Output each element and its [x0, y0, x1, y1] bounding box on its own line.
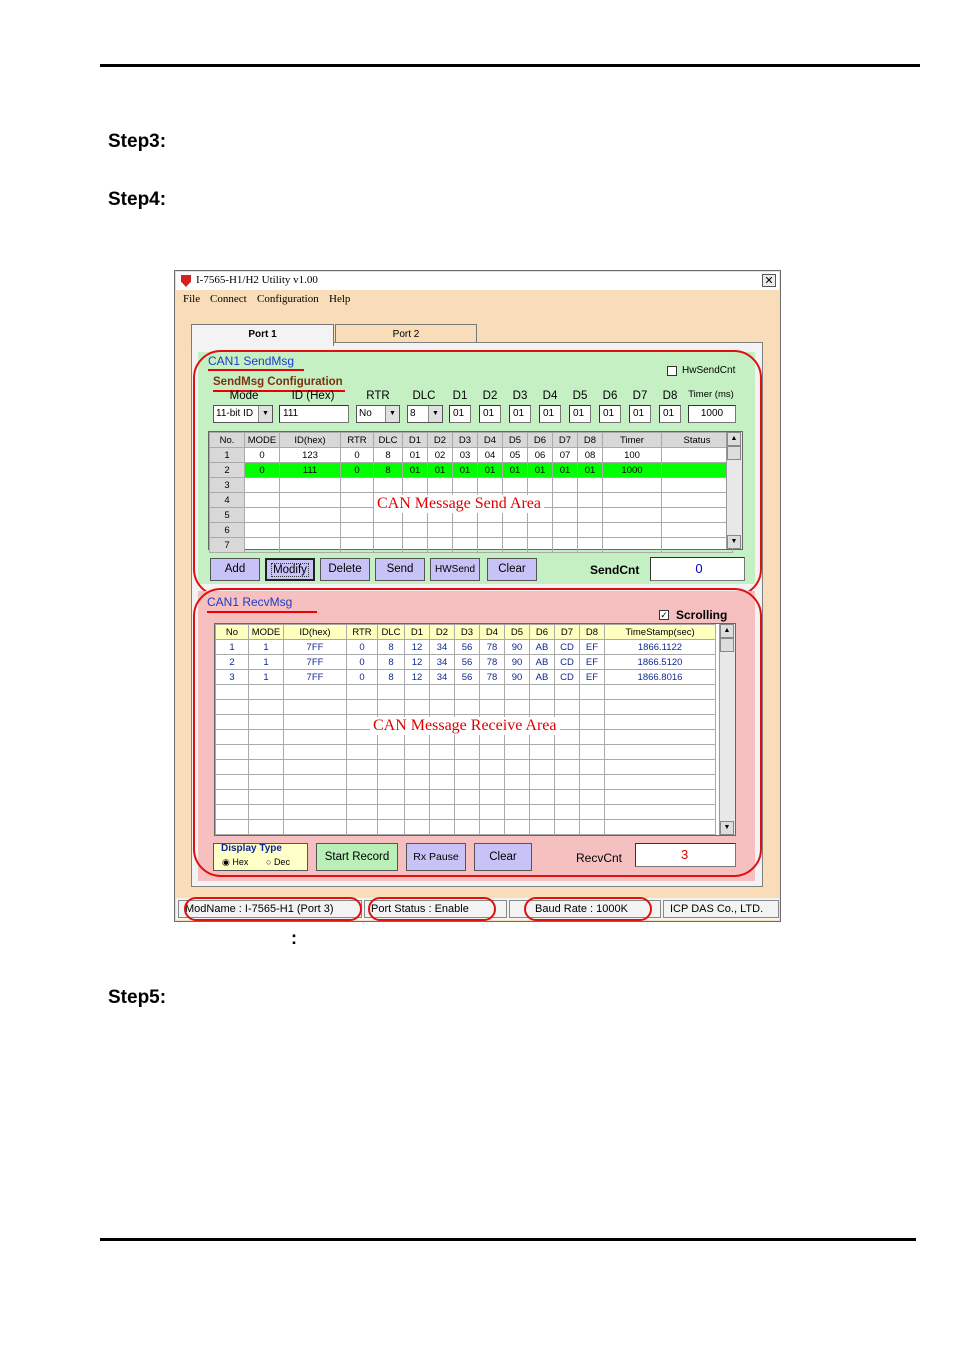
modname-highlight	[184, 897, 362, 921]
step3-label: Step3:	[108, 131, 167, 152]
recv-area-highlight	[193, 588, 762, 877]
figure-colon: :	[291, 928, 297, 948]
utility-window: I-7565-H1/H2 Utility v1.00 ✕ File Connec…	[174, 270, 781, 922]
title-bar: I-7565-H1/H2 Utility v1.00 ✕	[176, 272, 779, 290]
portstatus-highlight	[368, 897, 496, 921]
send-area: CAN1 SendMsg HwSendCnt SendMsg Configura…	[193, 350, 762, 597]
baud-highlight	[524, 897, 652, 921]
status-company: ICP DAS Co., LTD.	[663, 900, 779, 918]
port1-pane: CAN1 SendMsg HwSendCnt SendMsg Configura…	[191, 342, 763, 887]
app-shield-icon	[181, 275, 191, 287]
tab-port1[interactable]: Port 1	[191, 324, 334, 346]
menu-help[interactable]: Help	[329, 293, 350, 305]
recv-area: CAN1 RecvMsg ✓ Scrolling No MODE ID(hex) RT…	[193, 588, 762, 881]
window-title: I-7565-H1/H2 Utility v1.00	[196, 274, 318, 286]
bottom-rule	[100, 1238, 916, 1241]
send-area-highlight	[193, 350, 762, 597]
tab-port2[interactable]: Port 2	[335, 324, 477, 344]
status-bar: ModName : I-7565-H1 (Port 3) Port Status…	[176, 897, 779, 921]
step5-label: Step5:	[108, 987, 167, 1008]
close-icon[interactable]: ✕	[762, 274, 776, 287]
step4-label: Step4:	[108, 189, 167, 210]
top-rule	[100, 64, 920, 67]
menu-configuration[interactable]: Configuration	[257, 293, 319, 305]
menu-file[interactable]: File	[183, 293, 200, 305]
menu-bar: File Connect Configuration Help	[176, 290, 779, 308]
menu-connect[interactable]: Connect	[210, 293, 247, 305]
